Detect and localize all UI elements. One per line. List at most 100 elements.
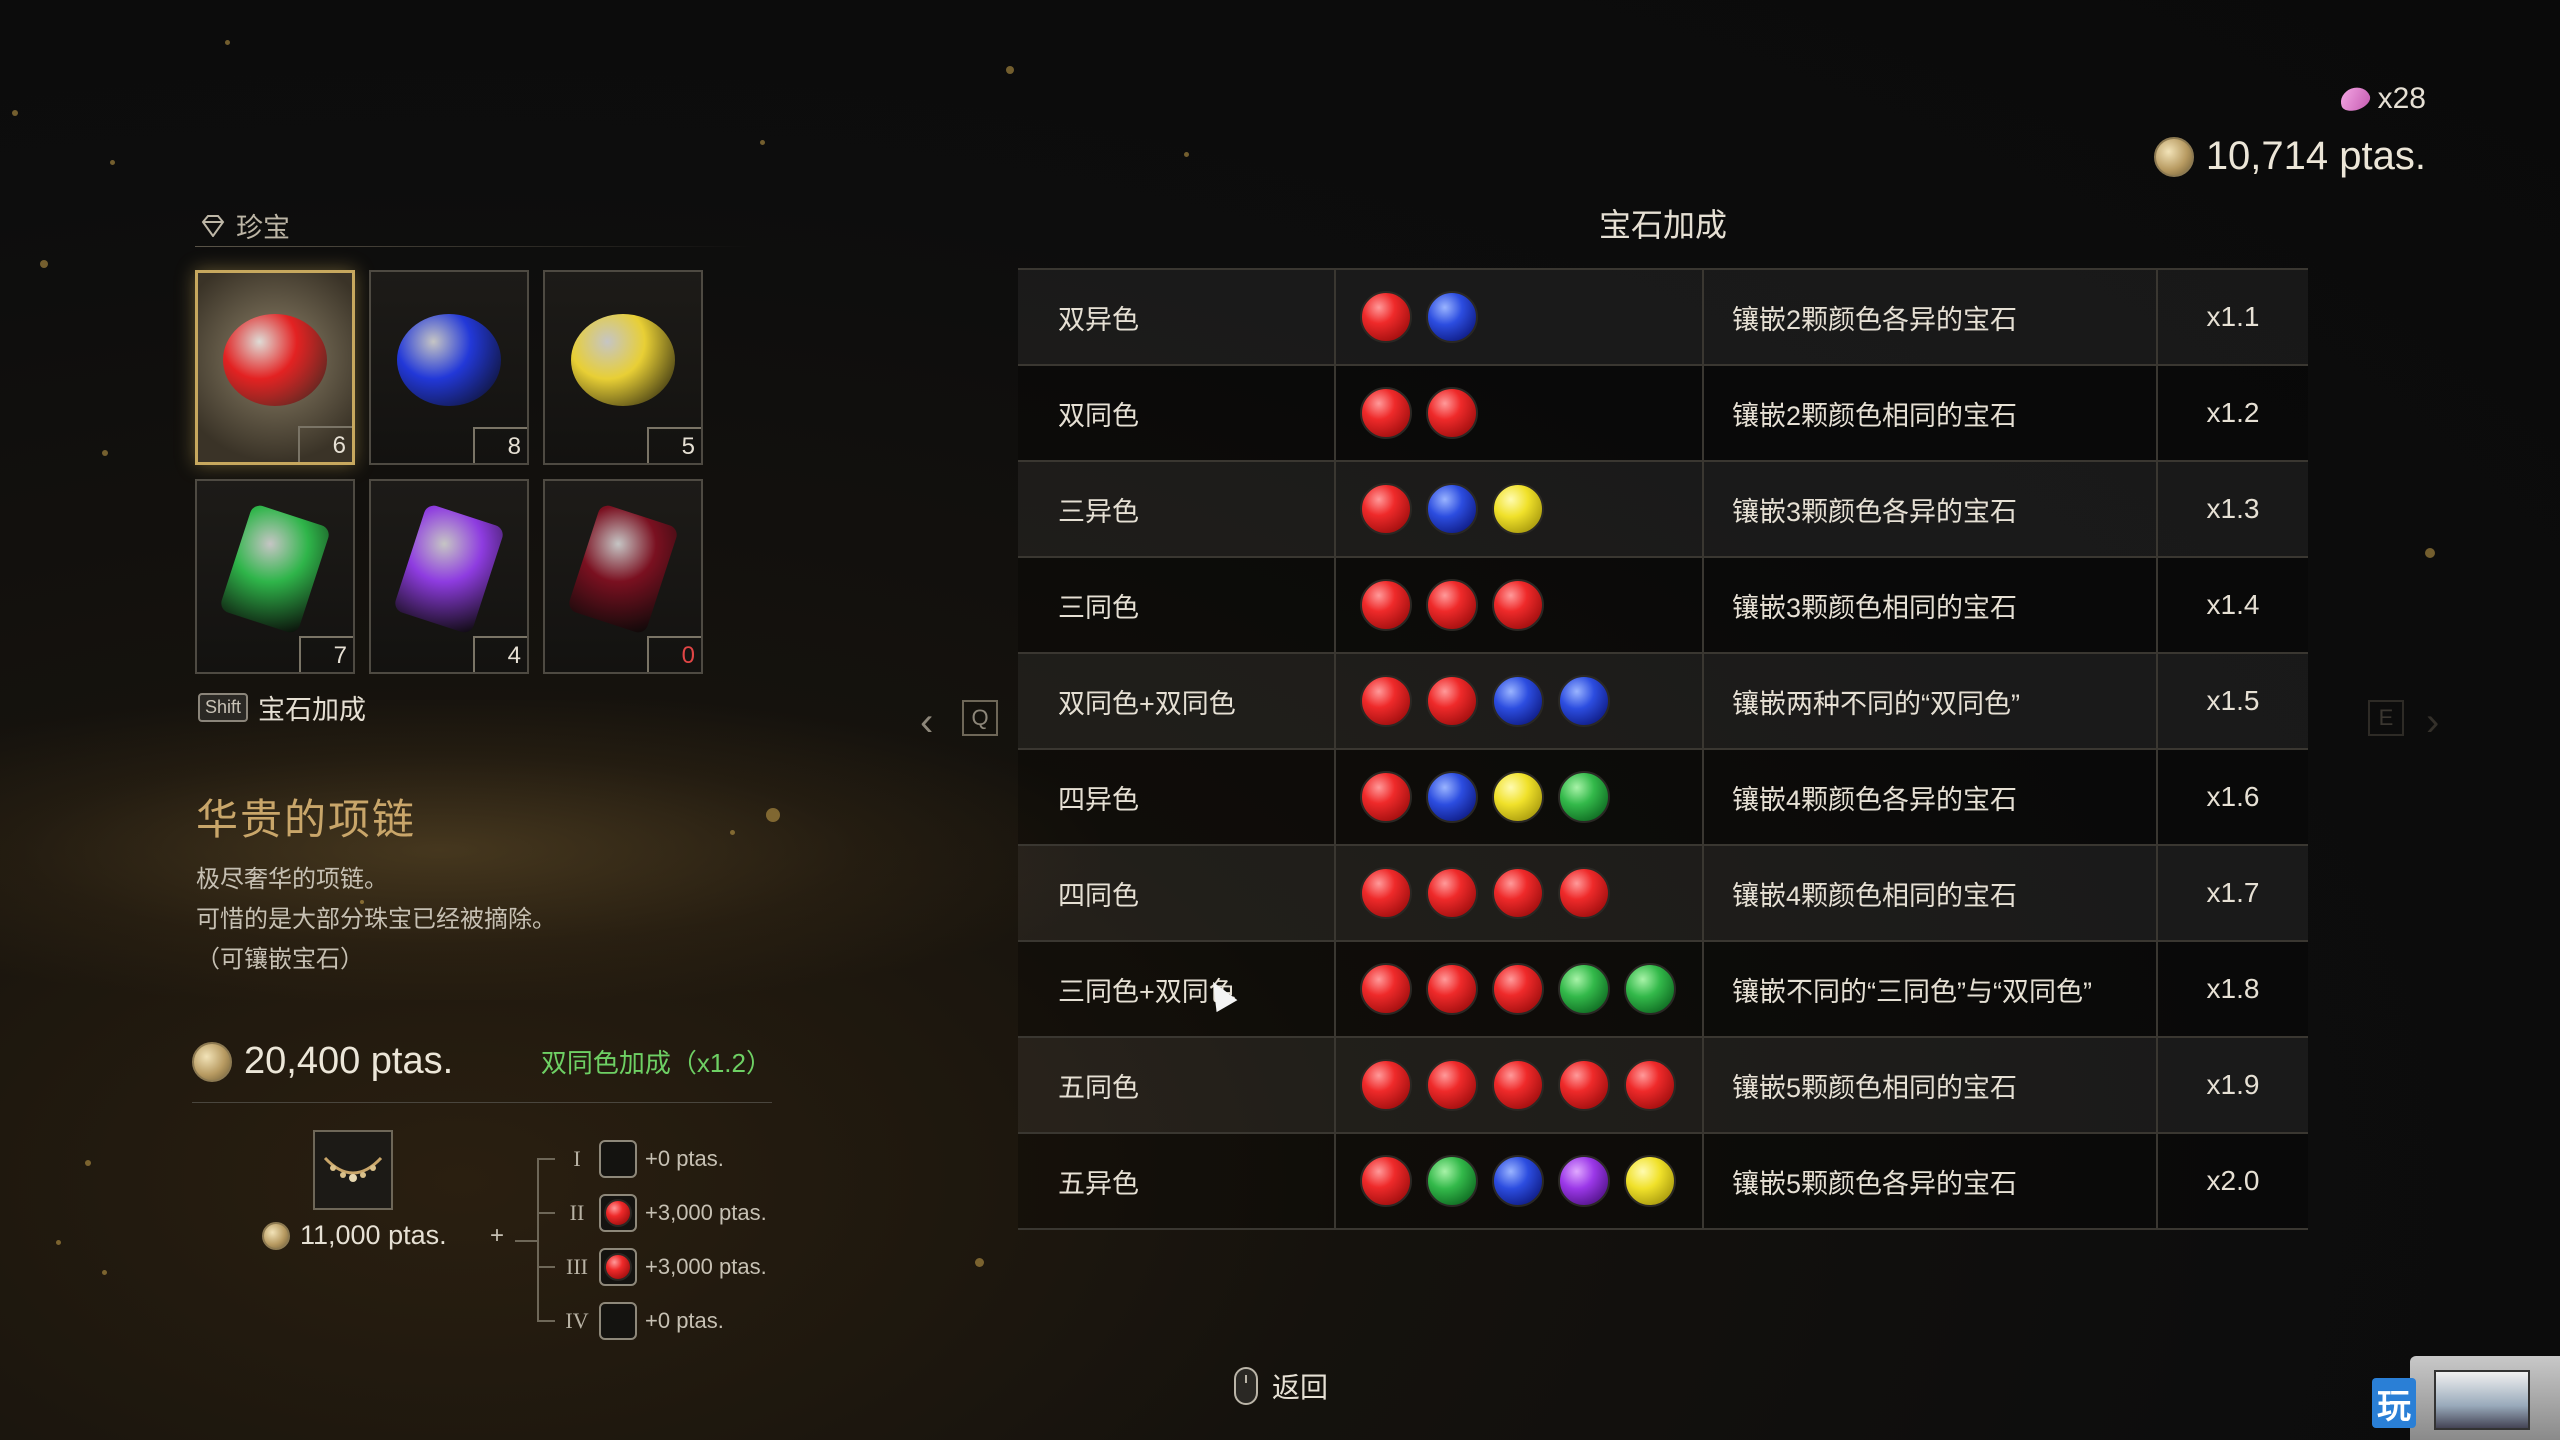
spinel-counter: x28 <box>2154 82 2426 116</box>
necklace-icon <box>323 1156 383 1182</box>
gem-slot[interactable]: 7 <box>195 479 355 674</box>
socket-value: +3,000 ptas. <box>645 1200 767 1225</box>
blue-gem-icon <box>1492 675 1544 727</box>
gem-slot[interactable]: 5 <box>543 270 703 465</box>
q-key-icon[interactable]: Q <box>962 700 998 736</box>
yellow-gem-icon <box>1492 771 1544 823</box>
blue-gem-icon <box>1492 1155 1544 1207</box>
socket-frame[interactable] <box>599 1248 637 1286</box>
socket-value: +3,000 ptas. <box>645 1254 767 1279</box>
gem-bonus-table: 双异色 镶嵌2颗颜色各异的宝石 x1.1 双同色 镶嵌2颗颜色相同的宝石 x1.2 三异色镶… <box>1018 268 2308 1230</box>
gem-count: 0 <box>681 642 695 669</box>
gem-slot[interactable]: 8 <box>369 270 529 465</box>
combo-name: 四异色 <box>1018 750 1336 844</box>
total-price: 20,400 ptas. <box>244 1040 454 1082</box>
back-button[interactable]: 返回 <box>1234 1366 1328 1406</box>
combo-multiplier: x1.8 <box>2206 973 2260 1004</box>
combo-multiplier: x1.9 <box>2206 1069 2260 1100</box>
combo-gems <box>1336 846 1704 940</box>
particle <box>975 1258 984 1267</box>
combo-gems <box>1336 1038 1704 1132</box>
red-gem-icon <box>1492 963 1544 1015</box>
blue-gem-icon <box>1426 291 1478 343</box>
combo-multiplier: x1.4 <box>2206 589 2260 620</box>
red-gem-icon <box>1426 579 1478 631</box>
combo-gems <box>1336 558 1704 652</box>
prev-page-arrow[interactable]: ‹ <box>920 700 933 745</box>
next-page-arrow[interactable]: › <box>2426 700 2439 745</box>
particle <box>760 140 765 145</box>
combo-description: 镶嵌5颗颜色各异的宝石 <box>1704 1134 2158 1228</box>
gem-slot[interactable]: 0 <box>543 479 703 674</box>
spinel-icon <box>2336 83 2373 115</box>
blue-gem-icon <box>1426 483 1478 535</box>
particle <box>110 160 115 165</box>
combo-multiplier: x1.1 <box>2206 301 2260 332</box>
watermark-logo: 玩 <box>2372 1378 2416 1428</box>
tree-tick <box>537 1158 555 1160</box>
gem-icon <box>223 313 327 406</box>
combo-description: 镶嵌4颗颜色相同的宝石 <box>1704 846 2158 940</box>
combo-gems <box>1336 366 1704 460</box>
gem-icon <box>566 502 680 635</box>
red-gem-icon <box>1426 963 1478 1015</box>
combo-name: 双同色+双同色 <box>1018 654 1336 748</box>
item-desc-line-1: 极尽奢华的项链。 <box>196 866 388 893</box>
combo-description: 镶嵌3颗颜色各异的宝石 <box>1704 462 2158 556</box>
red-gem-icon <box>1624 1059 1676 1111</box>
gem-bonus-shortcut[interactable]: Shift 宝石加成 <box>198 688 366 727</box>
socket-frame[interactable] <box>599 1140 637 1178</box>
green-gem-icon <box>1426 1155 1478 1207</box>
gem-icon <box>392 502 506 635</box>
combo-gems <box>1336 1134 1704 1228</box>
socket-row: III +3,000 ptas. <box>537 1248 767 1286</box>
socket-row: IV +0 ptas. <box>537 1302 724 1340</box>
particle <box>56 1240 61 1245</box>
combo-gems <box>1336 942 1704 1036</box>
red-gem-icon <box>1426 1059 1478 1111</box>
red-gem-icon <box>1360 963 1412 1015</box>
ptas-amount: 10,714 ptas. <box>2205 134 2426 178</box>
bonus-row: 四同色 镶嵌4颗颜色相同的宝石 x1.7 <box>1018 846 2308 942</box>
combo-description: 镶嵌2颗颜色各异的宝石 <box>1704 270 2158 364</box>
socket-row: I +0 ptas. <box>537 1140 724 1178</box>
socket-frame[interactable] <box>599 1302 637 1340</box>
bonus-row: 四异色 镶嵌4颗颜色各异的宝石 x1.6 <box>1018 750 2308 846</box>
particle <box>766 808 780 822</box>
spinel-count: x28 <box>2377 82 2426 115</box>
coin-icon <box>2153 136 2194 177</box>
socket-number: IV <box>565 1308 589 1333</box>
combo-name: 三同色 <box>1018 558 1336 652</box>
diamond-icon <box>201 214 225 237</box>
red-gem-icon <box>1558 867 1610 919</box>
red-gem-icon <box>1360 1155 1412 1207</box>
red-gem-icon <box>1426 867 1478 919</box>
bonus-row: 五同色 镶嵌5颗颜色相同的宝石 x1.9 <box>1018 1038 2308 1134</box>
back-label: 返回 <box>1272 1372 1329 1403</box>
bonus-row: 双同色 镶嵌2颗颜色相同的宝石 x1.2 <box>1018 366 2308 462</box>
combo-description: 镶嵌两种不同的“双同色” <box>1704 654 2158 748</box>
red-gem-icon <box>1492 867 1544 919</box>
combo-description: 镶嵌不同的“三同色”与“双同色” <box>1704 942 2158 1036</box>
combo-multiplier: x1.5 <box>2206 685 2260 716</box>
combo-multiplier: x1.6 <box>2206 781 2260 812</box>
gem-slot[interactable]: 4 <box>369 479 529 674</box>
gem-count: 4 <box>507 642 521 669</box>
purple-gem-icon <box>1558 1155 1610 1207</box>
red-gem-icon <box>604 1199 632 1227</box>
green-gem-icon <box>1558 771 1610 823</box>
e-key-icon[interactable]: E <box>2368 700 2404 736</box>
combo-gems <box>1336 654 1704 748</box>
socket-frame[interactable] <box>599 1194 637 1232</box>
combo-name: 五同色 <box>1018 1038 1336 1132</box>
tree-tick <box>537 1212 555 1214</box>
combo-name: 双异色 <box>1018 270 1336 364</box>
bonus-label: 双同色加成（x1.2） <box>540 1048 772 1078</box>
combo-name: 三异色 <box>1018 462 1336 556</box>
red-gem-icon <box>1360 291 1412 343</box>
particle <box>85 1160 91 1166</box>
bonus-row: 双异色 镶嵌2颗颜色各异的宝石 x1.1 <box>1018 270 2308 366</box>
gem-slot[interactable]: 6 <box>195 270 355 465</box>
red-gem-icon <box>1360 483 1412 535</box>
shift-key-icon: Shift <box>198 693 249 722</box>
